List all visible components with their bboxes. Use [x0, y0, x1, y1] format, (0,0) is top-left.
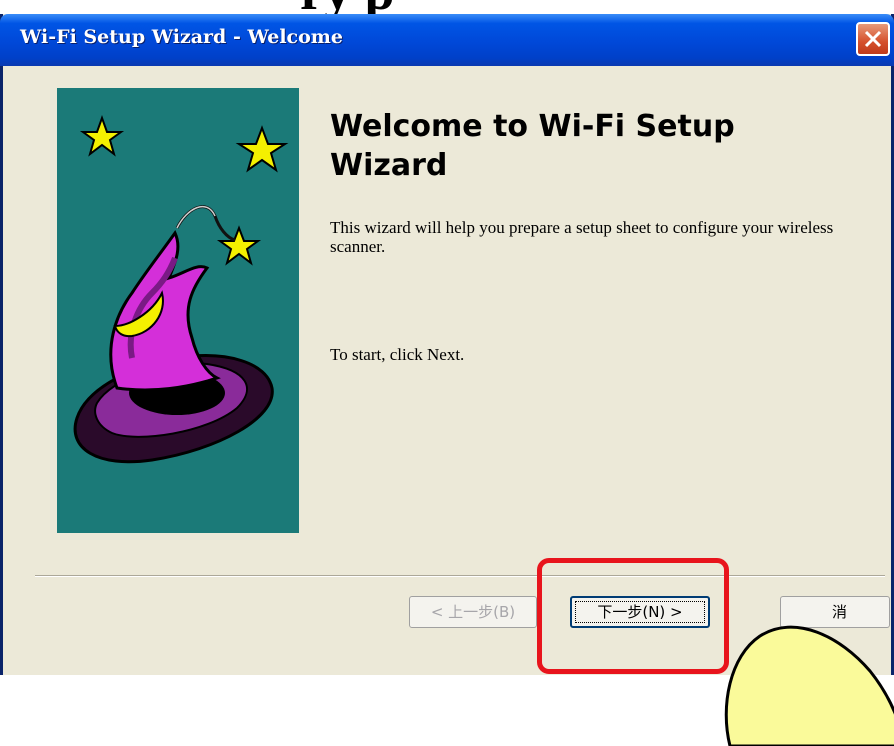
close-button[interactable]: [856, 22, 890, 56]
wizard-description: This wizard will help you prepare a setu…: [330, 218, 834, 256]
wizard-side-panel: [57, 88, 299, 533]
next-button-highlight: [537, 558, 729, 674]
annotation-callout: [724, 625, 894, 746]
wizard-heading: Welcome to Wi-Fi Setup Wizard: [330, 109, 735, 183]
star-icon: [235, 125, 289, 173]
start-instruction: To start, click Next.: [330, 345, 465, 364]
button-separator: [35, 575, 885, 577]
back-button[interactable]: < 上一步(B): [409, 596, 537, 628]
window-title: Wi-Fi Setup Wizard - Welcome: [20, 26, 343, 48]
title-bar[interactable]: Wi-Fi Setup Wizard - Welcome: [0, 14, 894, 66]
close-icon: [864, 30, 882, 48]
star-icon: [79, 115, 125, 157]
wizard-hat-illustration: [73, 115, 289, 464]
